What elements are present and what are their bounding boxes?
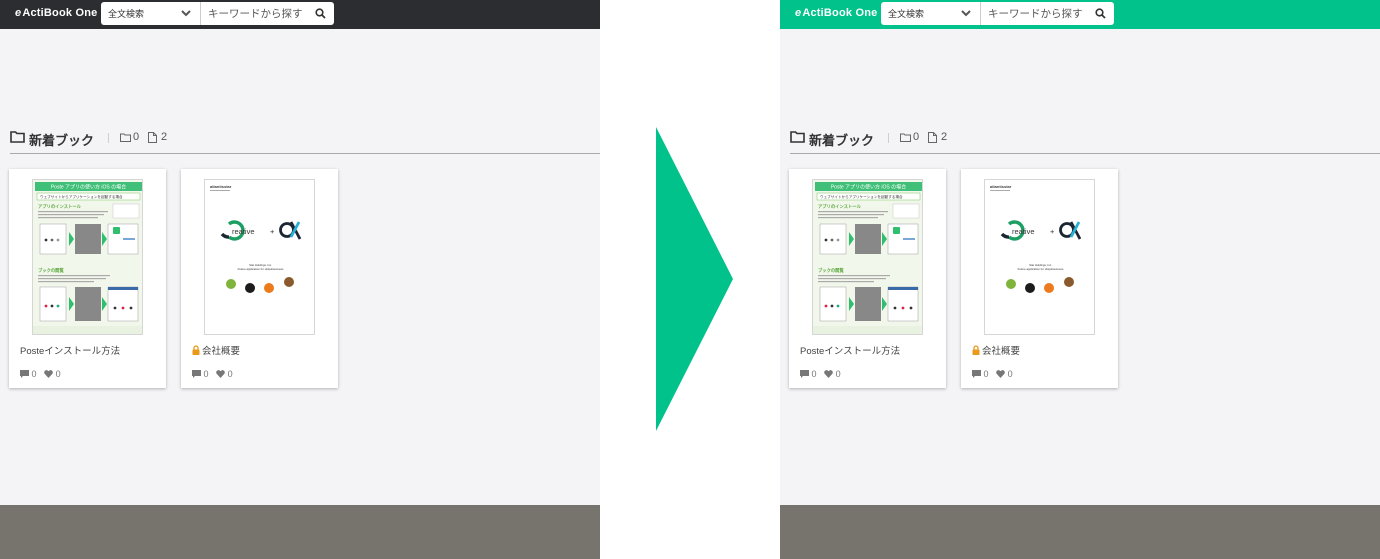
lock-icon (192, 345, 200, 355)
book-stats: 0 0 (972, 369, 1013, 380)
comment-count: 0 (811, 369, 817, 379)
chevron-down-icon (181, 10, 191, 17)
poste-subbanner: ウェブサイトからアプリケーションを起動する場合 (820, 194, 903, 199)
before-screen: eActiBook One 全文検索 新着ブック 0 2 Poste アプリの (0, 0, 600, 559)
folder-count-icon (900, 133, 911, 142)
divider (888, 133, 889, 143)
logo[interactable]: eActiBook One (795, 7, 877, 19)
folder-count: 0 (133, 131, 140, 143)
company-headline: reative (1012, 227, 1035, 236)
section-title: 新着ブック (29, 133, 95, 148)
company-tagline: Future application for ubiquitousness (238, 267, 284, 271)
search-scope-select[interactable]: 全文検索 (881, 2, 981, 25)
logo[interactable]: eActiBook One (15, 7, 97, 19)
folder-icon (10, 131, 25, 143)
search-input[interactable] (982, 2, 1087, 25)
comment-icon (972, 370, 981, 378)
book-title[interactable]: Posteインストール方法 (800, 343, 900, 357)
search-scope-select[interactable]: 全文検索 (101, 2, 201, 25)
poste-heading-install: アプリのインストール (818, 203, 862, 210)
company-brand: atlantisstar (210, 184, 232, 189)
footer (780, 505, 1380, 559)
company-brand: atlantisstar (990, 184, 1012, 189)
section-underline (790, 153, 1380, 154)
book-thumbnail[interactable]: atlantisstar reative + Star Holdings, In… (204, 179, 315, 335)
book-card[interactable]: Poste アプリの使い方 iOS の場合 ウェブサイトからアプリケーションを起… (9, 169, 166, 388)
book-title[interactable]: 会社概要 (192, 343, 240, 357)
heart-icon (996, 370, 1005, 378)
comment-count: 0 (983, 369, 989, 379)
heart-icon (824, 370, 833, 378)
book-card[interactable]: Poste アプリの使い方 iOS の場合 ウェブサイトからアプリケーションを起… (789, 169, 946, 388)
logo-text: ActiBook One (802, 7, 878, 19)
like-count: 0 (1007, 369, 1013, 379)
book-thumbnail[interactable]: atlantisstar reative + Star Holdings, In… (984, 179, 1095, 335)
footer (0, 505, 600, 559)
search-icon (1095, 8, 1106, 19)
poste-heading-install: アプリのインストール (38, 203, 82, 210)
like-count: 0 (227, 369, 233, 379)
poste-heading-view: ブックの閲覧 (38, 267, 64, 274)
heart-icon (216, 370, 225, 378)
book-card[interactable]: atlantisstar reative + Star Holdings, In… (961, 169, 1118, 388)
heart-icon (44, 370, 53, 378)
poste-subbanner: ウェブサイトからアプリケーションを起動する場合 (40, 194, 123, 199)
book-card[interactable]: atlantisstar reative + Star Holdings, In… (181, 169, 338, 388)
book-thumbnail[interactable]: Poste アプリの使い方 iOS の場合 ウェブサイトからアプリケーションを起… (812, 179, 923, 335)
comment-icon (192, 370, 201, 378)
section-title: 新着ブック (809, 133, 875, 148)
company-plus: + (1050, 227, 1055, 236)
section-underline (10, 153, 600, 154)
search-icon (315, 8, 326, 19)
e-link-icon: e (15, 7, 22, 19)
poste-banner: Poste アプリの使い方 iOS の場合 (51, 184, 126, 191)
section-header: 新着ブック 0 2 (790, 129, 1380, 148)
chevron-down-icon (961, 10, 971, 17)
like-count: 0 (835, 369, 841, 379)
book-thumbnail[interactable]: Poste アプリの使い方 iOS の場合 ウェブサイトからアプリケーションを起… (32, 179, 143, 335)
search-box: 全文検索 (101, 2, 334, 25)
comment-count: 0 (31, 369, 37, 379)
poste-heading-view: ブックの閲覧 (818, 267, 844, 274)
search-scope-label: 全文検索 (108, 9, 145, 19)
folder-icon (790, 131, 805, 143)
divider (108, 133, 109, 143)
company-headline: reative (232, 227, 255, 236)
book-stats: 0 0 (20, 369, 61, 380)
comment-count: 0 (203, 369, 209, 379)
folder-count-icon (120, 133, 131, 142)
section-header: 新着ブック 0 2 (10, 129, 600, 148)
like-count: 0 (55, 369, 61, 379)
search-button[interactable] (307, 2, 334, 25)
book-title[interactable]: Posteインストール方法 (20, 343, 120, 357)
search-button[interactable] (1087, 2, 1114, 25)
book-title[interactable]: 会社概要 (972, 343, 1020, 357)
document-icon (928, 132, 937, 143)
poste-thumbnail-graphic: Poste アプリの使い方 iOS の場合 ウェブサイトからアプリケーションを起… (813, 180, 922, 334)
transition-arrow-icon (656, 127, 733, 431)
document-count: 2 (161, 131, 168, 143)
company-thumbnail-graphic: atlantisstar reative + Star Holdings, In… (205, 180, 314, 334)
logo-text: ActiBook One (22, 7, 98, 19)
after-screen: eActiBook One 全文検索 新着ブック 0 2 Poste アプリの (780, 0, 1380, 559)
company-plus: + (270, 227, 275, 236)
company-thumbnail-graphic: atlantisstar reative + Star Holdings, In… (985, 180, 1094, 334)
poste-thumbnail-graphic: Poste アプリの使い方 iOS の場合 ウェブサイトからアプリケーションを起… (33, 180, 142, 334)
header-bar: eActiBook One 全文検索 (0, 0, 600, 29)
company-tagline: Future application for ubiquitousness (1018, 267, 1064, 271)
lock-icon (972, 345, 980, 355)
poste-banner: Poste アプリの使い方 iOS の場合 (831, 184, 906, 191)
header-bar: eActiBook One 全文検索 (780, 0, 1380, 29)
document-icon (148, 132, 157, 143)
comment-icon (20, 370, 29, 378)
search-scope-label: 全文検索 (888, 9, 925, 19)
book-stats: 0 0 (800, 369, 841, 380)
search-box: 全文検索 (881, 2, 1114, 25)
folder-count: 0 (913, 131, 920, 143)
document-count: 2 (941, 131, 948, 143)
search-input[interactable] (202, 2, 307, 25)
comment-icon (800, 370, 809, 378)
book-stats: 0 0 (192, 369, 233, 380)
e-link-icon: e (795, 7, 802, 19)
